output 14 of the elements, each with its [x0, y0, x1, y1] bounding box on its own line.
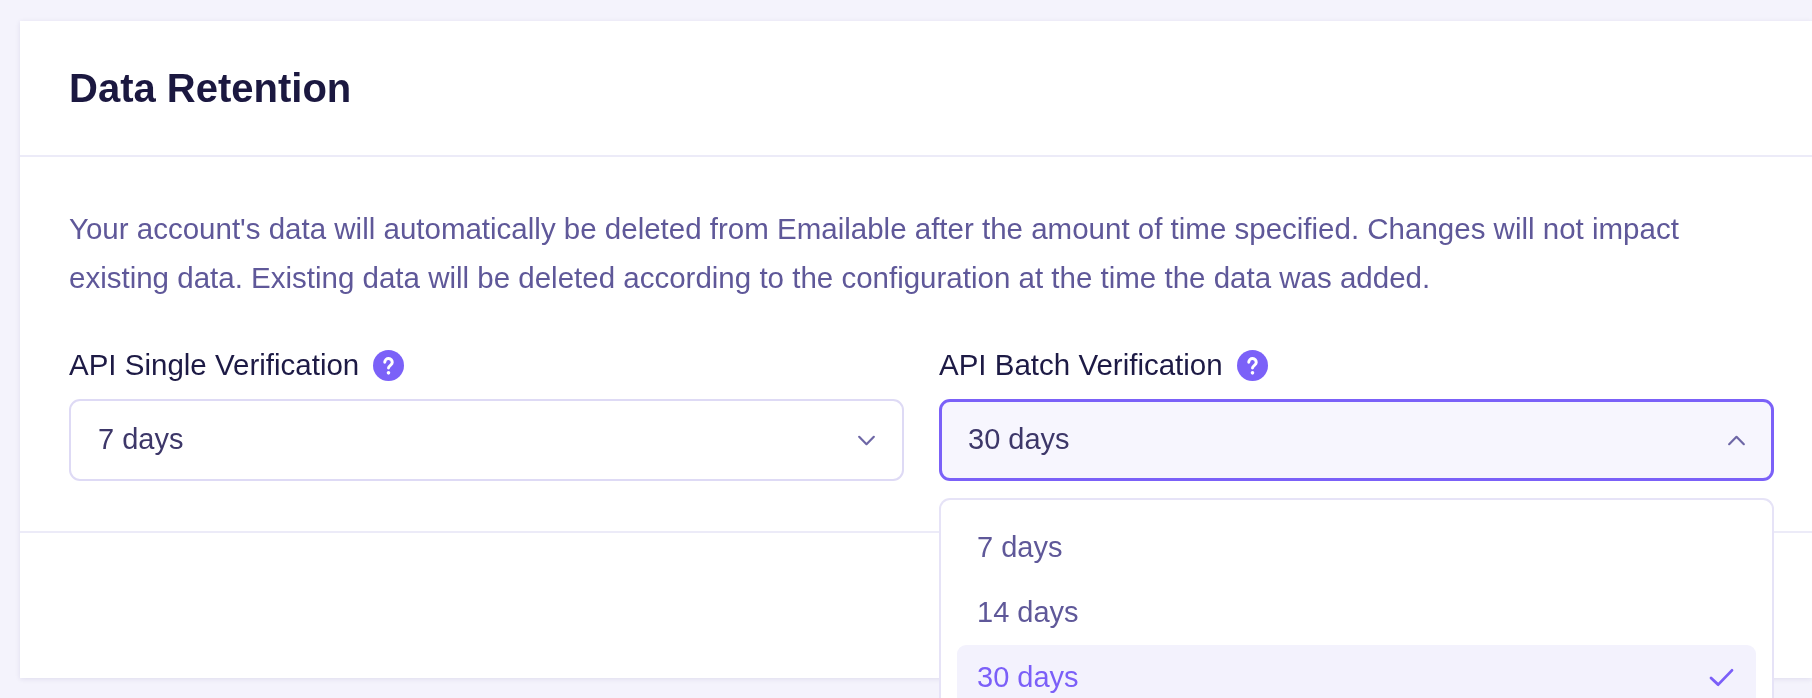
- help-icon[interactable]: [1236, 349, 1268, 381]
- card-title: Data Retention: [69, 65, 352, 112]
- dropdown-select[interactable]: 30 days: [939, 399, 1774, 481]
- chevron-down-icon: [857, 434, 876, 446]
- help-icon[interactable]: [373, 349, 405, 381]
- chevron-up-icon: [1727, 434, 1746, 446]
- field-label: API Single Verification: [69, 347, 360, 383]
- dropdown-option[interactable]: 7 days: [957, 515, 1756, 580]
- check-icon: [1709, 668, 1734, 687]
- dropdown-select[interactable]: 7 days: [69, 399, 904, 481]
- field-label: API Batch Verification: [939, 347, 1223, 383]
- dropdown-option[interactable]: 30 days: [957, 645, 1756, 698]
- description-text: Your account's data will automatically be deleted from Emailable after the amount of time specified. Changes will not impact existing data. Existing data will be deleted according to the configuration at the time the data was added.: [69, 211, 1680, 296]
- dropdown-option[interactable]: 14 days: [957, 580, 1756, 645]
